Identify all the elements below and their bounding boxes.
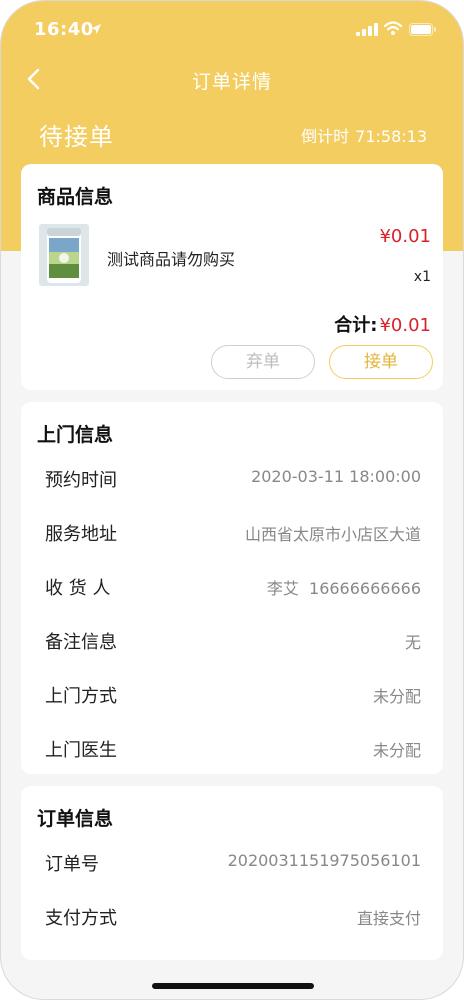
order-section-title: 订单信息	[37, 808, 114, 830]
info-value: 直接支付	[356, 909, 421, 928]
info-label: 服务地址	[45, 524, 117, 545]
total-row: 合计: ¥0.01	[334, 311, 431, 337]
info-value: 未分配	[372, 741, 421, 760]
status-time: 16:40	[34, 19, 94, 40]
info-row-recipient: 收 货 人 李艾 16666666666	[45, 574, 421, 604]
info-row-order-number: 订单号 2020031151975056101	[45, 850, 421, 880]
status-bar: 16:40	[1, 1, 463, 57]
info-label: 收 货 人	[45, 578, 111, 599]
total-label: 合计:	[334, 315, 378, 336]
accept-order-button[interactable]: 接单	[329, 345, 433, 379]
countdown-value: 71:58:13	[355, 127, 427, 146]
countdown: 倒计时 71:58:13	[301, 123, 427, 147]
order-status: 待接单	[39, 123, 114, 151]
info-value: 无	[404, 633, 421, 652]
countdown-label: 倒计时	[301, 127, 350, 146]
info-value: 未分配	[372, 687, 421, 706]
phone-screen: 16:40 订单详情 待接单 倒计时 71:58:13 商品信息 测试商品请勿购…	[0, 0, 464, 1000]
visit-info-card: 上门信息 预约时间 2020-03-11 18:00:00 服务地址 山西省太原…	[21, 402, 443, 774]
info-row-visit-doctor: 上门医生 未分配	[45, 736, 421, 766]
info-label: 上门医生	[45, 740, 117, 761]
order-status-row: 待接单 倒计时 71:58:13	[1, 111, 463, 155]
total-value: ¥0.01	[379, 315, 431, 336]
info-row-remark: 备注信息 无	[45, 628, 421, 658]
info-value: 2020-03-11 18:00:00	[251, 467, 421, 486]
navigation-bar: 订单详情	[1, 57, 463, 101]
info-row-service-address: 服务地址 山西省太原市小店区大道	[45, 520, 421, 550]
wifi-icon	[384, 21, 402, 35]
info-label: 上门方式	[45, 686, 117, 707]
info-label: 订单号	[45, 854, 99, 875]
cellular-signal-icon	[356, 23, 378, 36]
product-info-card: 商品信息 测试商品请勿购买 ¥0.01 x1 合计: ¥0.01 弃单 接单	[21, 164, 443, 390]
info-row-payment-method: 支付方式 直接支付	[45, 904, 421, 934]
page-title: 订单详情	[191, 71, 272, 93]
product-price: ¥0.01	[379, 226, 431, 247]
location-arrow-icon	[91, 24, 101, 34]
battery-icon	[409, 23, 436, 36]
product-quantity: x1	[413, 269, 431, 285]
home-indicator[interactable]	[152, 983, 314, 989]
product-name[interactable]: 测试商品请勿购买	[107, 246, 235, 270]
product-section-title: 商品信息	[37, 186, 114, 208]
info-row-appointment-time: 预约时间 2020-03-11 18:00:00	[45, 466, 421, 496]
info-value: 李艾 16666666666	[266, 579, 421, 598]
product-can-icon	[39, 224, 89, 286]
info-label: 支付方式	[45, 908, 117, 929]
info-row-visit-method: 上门方式 未分配	[45, 682, 421, 712]
reject-order-button[interactable]: 弃单	[211, 345, 315, 379]
visit-section-title: 上门信息	[37, 424, 114, 446]
product-image[interactable]	[39, 224, 89, 286]
info-label: 预约时间	[45, 470, 117, 491]
info-value: 山西省太原市小店区大道	[244, 525, 421, 544]
info-value: 2020031151975056101	[227, 851, 421, 870]
order-info-card: 订单信息 订单号 2020031151975056101 支付方式 直接支付	[21, 786, 443, 960]
info-label: 备注信息	[45, 632, 117, 653]
